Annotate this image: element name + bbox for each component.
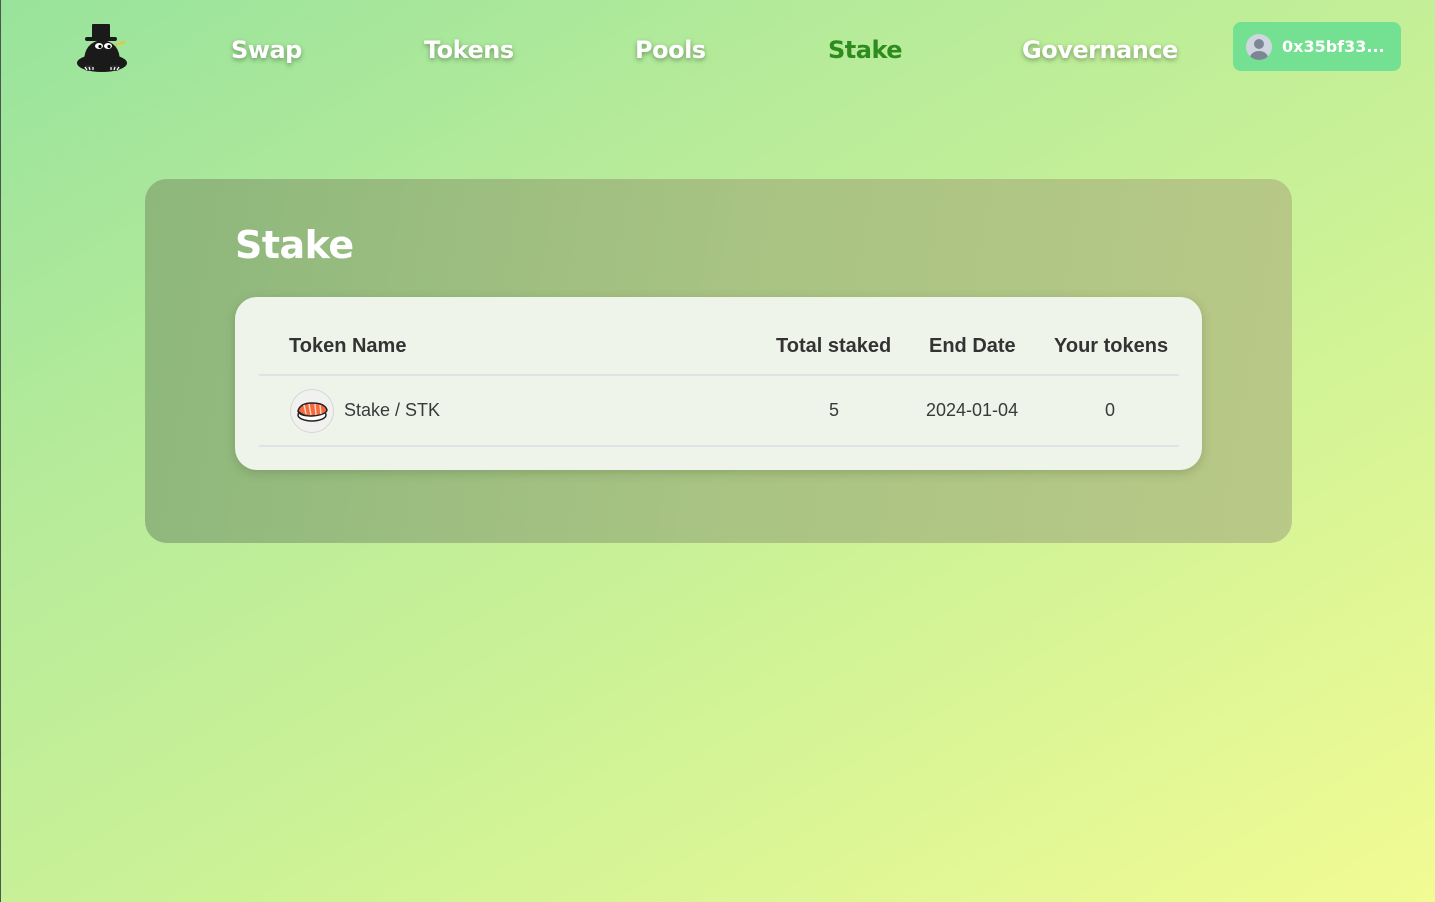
nav-link-stake[interactable]: Stake: [828, 33, 903, 67]
end-date-value: 2024-01-04: [926, 400, 1019, 420]
row-divider: [259, 445, 1179, 447]
stake-table: Token Name Total staked End Date Your to…: [235, 297, 1202, 470]
wallet-address: 0x35bf33...: [1282, 37, 1385, 56]
total-staked-value: 5: [829, 400, 840, 420]
column-header-token-name: Token Name: [289, 335, 407, 357]
column-header-your-tokens: Your tokens: [1054, 335, 1169, 357]
your-tokens-value: 0: [1105, 400, 1116, 420]
token-name[interactable]: Stake / STK: [344, 400, 440, 421]
mole-logo-icon[interactable]: [75, 22, 129, 74]
nav-link-governance[interactable]: Governance: [1022, 33, 1178, 67]
top-nav: Swap Tokens Pools Stake Governance 0x35b…: [1, 0, 1435, 100]
column-header-end-date: End Date: [929, 335, 1016, 357]
user-avatar-icon: [1246, 33, 1272, 60]
table-row[interactable]: Stake / STK 5 2024-01-04 0: [259, 376, 1179, 446]
column-header-total-staked: Total staked: [776, 335, 892, 357]
sushi-icon: [290, 389, 334, 433]
stake-panel: Stake Token Name Total staked End Date Y…: [145, 179, 1292, 543]
wallet-button[interactable]: 0x35bf33...: [1233, 22, 1401, 71]
nav-link-swap[interactable]: Swap: [231, 33, 302, 67]
page-title: Stake: [235, 223, 354, 267]
nav-link-pools[interactable]: Pools: [635, 33, 706, 67]
nav-link-tokens[interactable]: Tokens: [424, 33, 514, 67]
